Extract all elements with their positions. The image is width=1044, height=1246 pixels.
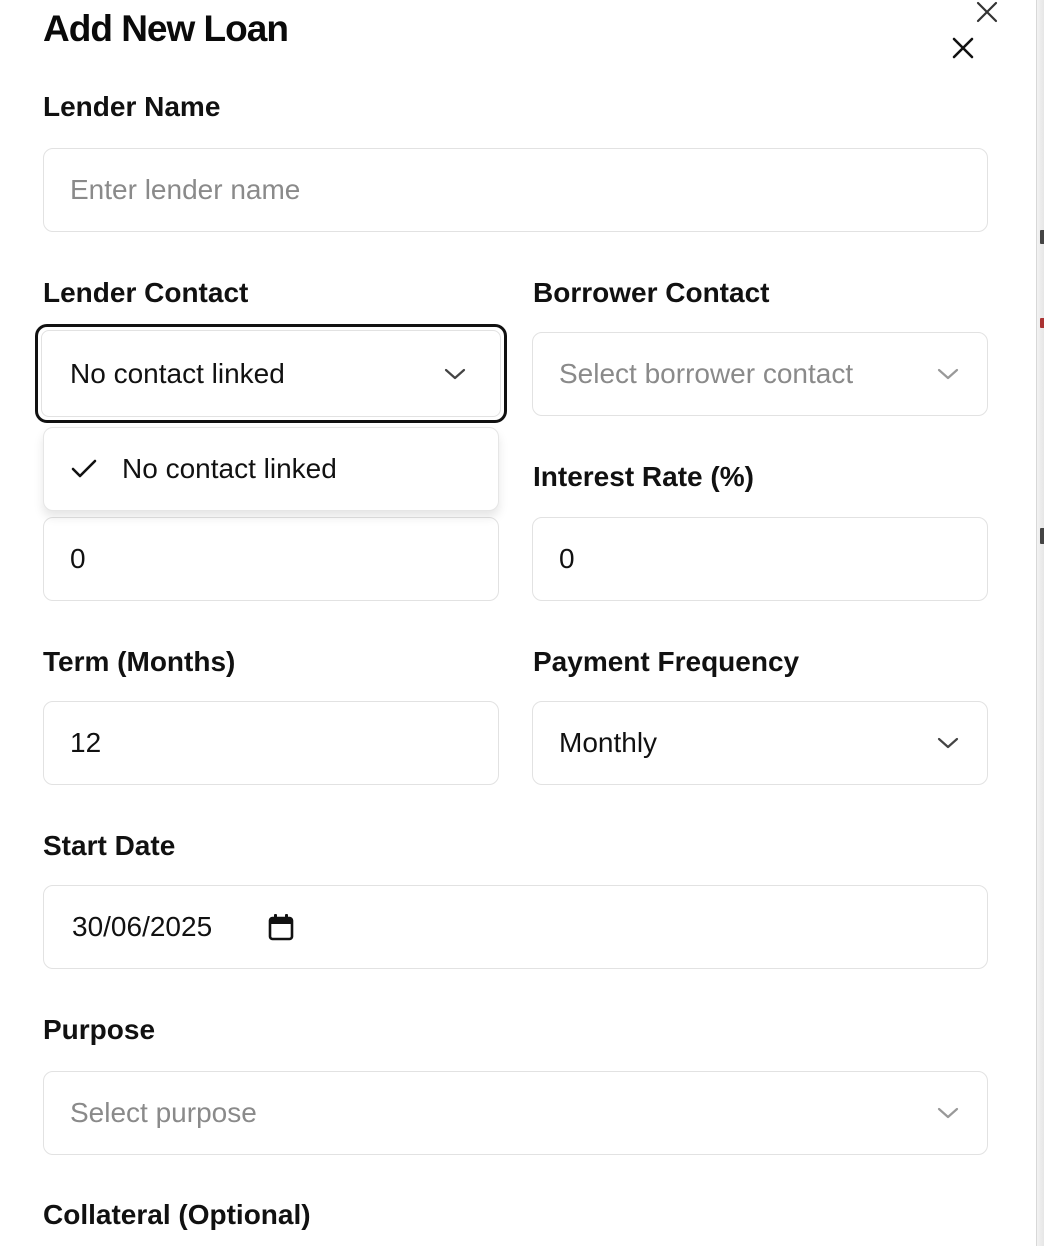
- close-icon: [952, 37, 974, 59]
- principal-amount-field[interactable]: 0: [43, 517, 499, 601]
- lender-contact-value: No contact linked: [70, 357, 285, 389]
- check-icon: [70, 458, 98, 480]
- borrower-contact-label: Borrower Contact: [533, 277, 770, 308]
- chevron-down-icon: [444, 367, 466, 381]
- lender-contact-select[interactable]: No contact linked: [35, 324, 507, 423]
- term-months-label: Term (Months): [43, 646, 236, 677]
- background-page-edge: [1036, 0, 1044, 1246]
- start-date-label: Start Date: [43, 830, 176, 861]
- dropdown-option[interactable]: No contact linked: [44, 428, 498, 510]
- dropdown-option-label: No contact linked: [122, 453, 337, 484]
- dialog-title: Add New Loan: [43, 8, 289, 49]
- chevron-down-icon: [937, 736, 959, 750]
- payment-frequency-label: Payment Frequency: [533, 646, 800, 677]
- start-date-value: 30/06/2025: [72, 911, 213, 942]
- lender-name-label: Lender Name: [43, 91, 221, 122]
- interest-rate-value: 0: [559, 543, 575, 574]
- calendar-icon[interactable]: [268, 913, 294, 941]
- purpose-select[interactable]: Select purpose: [43, 1071, 988, 1155]
- start-date-field[interactable]: 30/06/2025: [43, 885, 988, 969]
- chevron-down-icon: [937, 367, 959, 381]
- close-icon[interactable]: [974, 0, 1000, 24]
- lender-contact-dropdown: No contact linked: [43, 427, 499, 511]
- edge-mark: [1040, 230, 1044, 244]
- lender-name-field[interactable]: [43, 148, 988, 232]
- chevron-down-icon: [937, 1106, 959, 1120]
- purpose-placeholder: Select purpose: [70, 1097, 257, 1128]
- edge-mark: [1040, 318, 1044, 328]
- lender-name-input[interactable]: [70, 174, 961, 206]
- edge-mark: [1040, 528, 1044, 544]
- add-loan-dialog: Add New Loan Lender Name Lender Contact …: [0, 0, 1044, 1246]
- purpose-label: Purpose: [43, 1014, 156, 1045]
- lender-contact-label: Lender Contact: [43, 277, 249, 308]
- borrower-contact-select[interactable]: Select borrower contact: [532, 332, 988, 416]
- interest-rate-field[interactable]: 0: [532, 517, 988, 601]
- close-button[interactable]: [946, 32, 980, 64]
- collateral-label: Collateral (Optional): [43, 1199, 311, 1230]
- principal-amount-value: 0: [70, 543, 86, 574]
- payment-frequency-select[interactable]: Monthly: [532, 701, 988, 785]
- interest-rate-label: Interest Rate (%): [533, 461, 754, 492]
- borrower-contact-placeholder: Select borrower contact: [559, 358, 854, 389]
- term-months-field[interactable]: 12: [43, 701, 499, 785]
- payment-frequency-value: Monthly: [559, 727, 658, 758]
- term-months-value: 12: [70, 727, 102, 758]
